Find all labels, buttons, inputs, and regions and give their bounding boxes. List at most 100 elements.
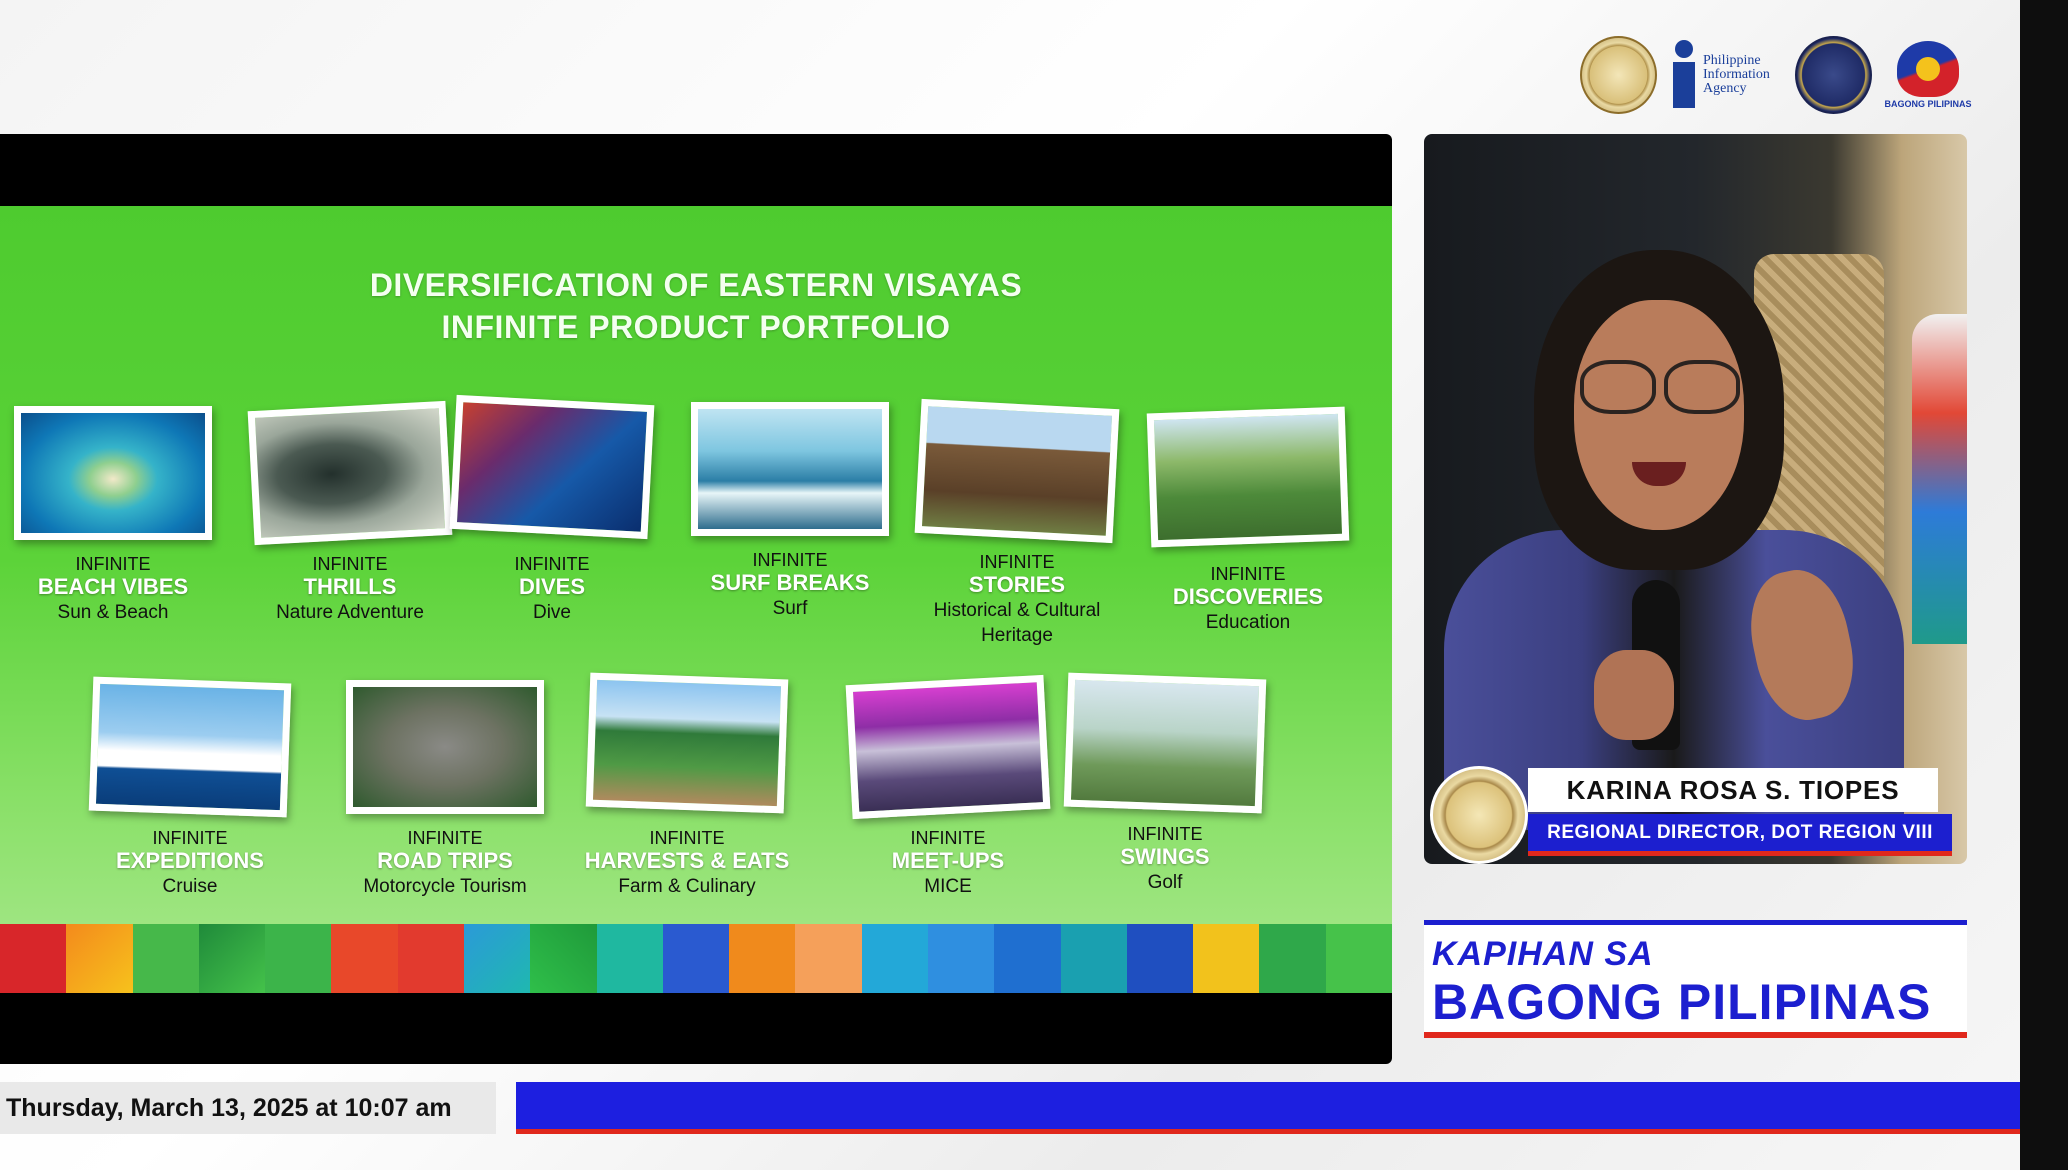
product-name: STORIES: [968, 572, 1066, 597]
pia-name: Philippine Information Agency: [1703, 53, 1770, 96]
geothermal-photo: [1146, 406, 1350, 548]
dot-seal-logo: [1580, 36, 1657, 114]
product-prefix: INFINITE: [312, 554, 388, 574]
slide-title: DIVERSIFICATION OF EASTERN VISAYAS INFIN…: [0, 264, 1392, 348]
product-name: SURF BREAKS: [710, 570, 870, 595]
pattern-tile: [795, 924, 862, 993]
road-photo: [346, 680, 544, 814]
pattern-tile: [1060, 924, 1127, 993]
product-road-trips: INFINITE ROAD TRIPS Motorcycle Tourism: [340, 680, 550, 899]
pia-logo: Philippine Information Agency: [1671, 40, 1781, 110]
product-surf-breaks: INFINITE SURF BREAKS Surf: [685, 402, 895, 621]
event-photo: [845, 674, 1051, 820]
speaker-face: [1574, 300, 1744, 530]
product-prefix: INFINITE: [752, 550, 828, 570]
product-name: MEET-UPS: [891, 848, 1005, 873]
product-name: HARVESTS & EATS: [584, 848, 790, 873]
product-prefix: INFINITE: [910, 828, 986, 848]
product-category: Surf: [772, 598, 808, 619]
speaker-name: KARINA ROSA S. TIOPES: [1566, 774, 1900, 805]
product-prefix: INFINITE: [1210, 564, 1286, 584]
pattern-tile: [132, 924, 199, 993]
pattern-tile: [0, 924, 67, 993]
pattern-tile: [1126, 924, 1194, 993]
product-category: Cruise: [162, 876, 218, 897]
beach-photo: [14, 406, 212, 540]
product-dives: INFINITE DIVES Dive: [447, 394, 657, 625]
window-edge-strip: [2020, 0, 2068, 1170]
product-category: Historical & Cultural Heritage: [933, 600, 1101, 646]
pattern-tile: [1193, 924, 1260, 993]
speaker-figure: [1444, 230, 1904, 830]
product-name: DISCOVERIES: [1172, 584, 1324, 609]
product-name: EXPEDITIONS: [116, 848, 264, 873]
program-brand-logo: KAPIHAN SA BAGONG PILIPINAS: [1424, 920, 1967, 1038]
pattern-tile: [662, 924, 730, 993]
program-name-line1: KAPIHAN SA: [1432, 935, 1654, 973]
pattern-tile: [331, 924, 398, 993]
pattern-tile: [596, 924, 663, 993]
pattern-tile: [1259, 924, 1326, 993]
cruise-photo: [88, 676, 292, 818]
presentation-video: DIVERSIFICATION OF EASTERN VISAYAS INFIN…: [0, 134, 1392, 1064]
product-thrills: INFINITE THRILLS Nature Adventure: [245, 400, 455, 625]
product-prefix: INFINITE: [152, 828, 228, 848]
product-prefix: INFINITE: [1127, 824, 1203, 844]
product-prefix: INFINITE: [979, 552, 1055, 572]
product-prefix: INFINITE: [75, 554, 151, 574]
cave-photo: [247, 400, 453, 546]
background-poster: [1912, 314, 1967, 644]
speaker-title-box: REGIONAL DIRECTOR, DOT REGION VIII: [1528, 814, 1952, 856]
pattern-tile: [265, 924, 332, 993]
product-prefix: INFINITE: [407, 828, 483, 848]
reef-photo: [449, 394, 655, 540]
sponsor-logos: Philippine Information Agency BAGONG PIL…: [1580, 30, 1972, 120]
slide-title-line2: INFINITE PRODUCT PORTFOLIO: [441, 309, 951, 345]
product-category: Dive: [532, 602, 571, 623]
product-category: Motorcycle Tourism: [363, 876, 527, 897]
slide-title-line1: DIVERSIFICATION OF EASTERN VISAYAS: [369, 267, 1023, 303]
golf-photo: [1063, 672, 1267, 814]
product-category: Education: [1205, 612, 1291, 633]
product-name: THRILLS: [303, 574, 397, 599]
church-photo: [914, 398, 1120, 544]
bagong-pilipinas-label: BAGONG PILIPINAS: [1884, 99, 1972, 109]
bagong-pilipinas-sun-icon: [1897, 41, 1959, 97]
decorative-tile-strip: [0, 924, 1392, 993]
pattern-tile: [729, 924, 796, 993]
presentation-slide: DIVERSIFICATION OF EASTERN VISAYAS INFIN…: [0, 206, 1392, 993]
bagong-pilipinas-logo: BAGONG PILIPINAS: [1884, 41, 1972, 109]
surf-photo: [691, 402, 889, 536]
product-expeditions: INFINITE EXPEDITIONS Cruise: [85, 676, 295, 899]
pattern-tile: [1325, 924, 1392, 993]
product-meet-ups: INFINITE MEET-UPS MICE: [843, 674, 1053, 899]
pattern-tile: [927, 924, 995, 993]
pattern-tile: [198, 924, 266, 993]
product-name: SWINGS: [1120, 844, 1210, 869]
pattern-tile: [397, 924, 464, 993]
pattern-tile: [66, 924, 133, 993]
pattern-tile: [994, 924, 1061, 993]
speaker-title: REGIONAL DIRECTOR, DOT REGION VIII: [1547, 821, 1933, 843]
product-prefix: INFINITE: [514, 554, 590, 574]
news-ticker-bar: [516, 1082, 2020, 1134]
speaker-video: KARINA ROSA S. TIOPES REGIONAL DIRECTOR,…: [1424, 134, 1967, 864]
speaker-name-box: KARINA ROSA S. TIOPES: [1528, 768, 1938, 812]
broadcast-datetime: Thursday, March 13, 2025 at 10:07 am: [6, 1093, 452, 1122]
speaker-left-hand: [1594, 650, 1674, 740]
pia-i-icon: [1671, 40, 1697, 110]
pco-seal-logo: [1795, 36, 1872, 114]
product-stories: INFINITE STORIES Historical & Cultural H…: [912, 398, 1122, 648]
pattern-tile: [861, 924, 928, 993]
product-discoveries: INFINITE DISCOVERIES Education: [1143, 406, 1353, 635]
program-name-line2: BAGONG PILIPINAS: [1432, 974, 1932, 1030]
product-harvests-eats: INFINITE HARVESTS & EATS Farm & Culinary: [582, 672, 792, 899]
product-name: BEACH VIBES: [37, 574, 189, 599]
product-category: Golf: [1147, 872, 1183, 893]
product-category: MICE: [924, 876, 972, 897]
product-name: ROAD TRIPS: [377, 848, 513, 873]
product-category: Nature Adventure: [276, 602, 424, 623]
broadcast-date-box: Thursday, March 13, 2025 at 10:07 am: [0, 1082, 496, 1134]
product-prefix: INFINITE: [649, 828, 725, 848]
glasses-icon: [1580, 360, 1740, 414]
